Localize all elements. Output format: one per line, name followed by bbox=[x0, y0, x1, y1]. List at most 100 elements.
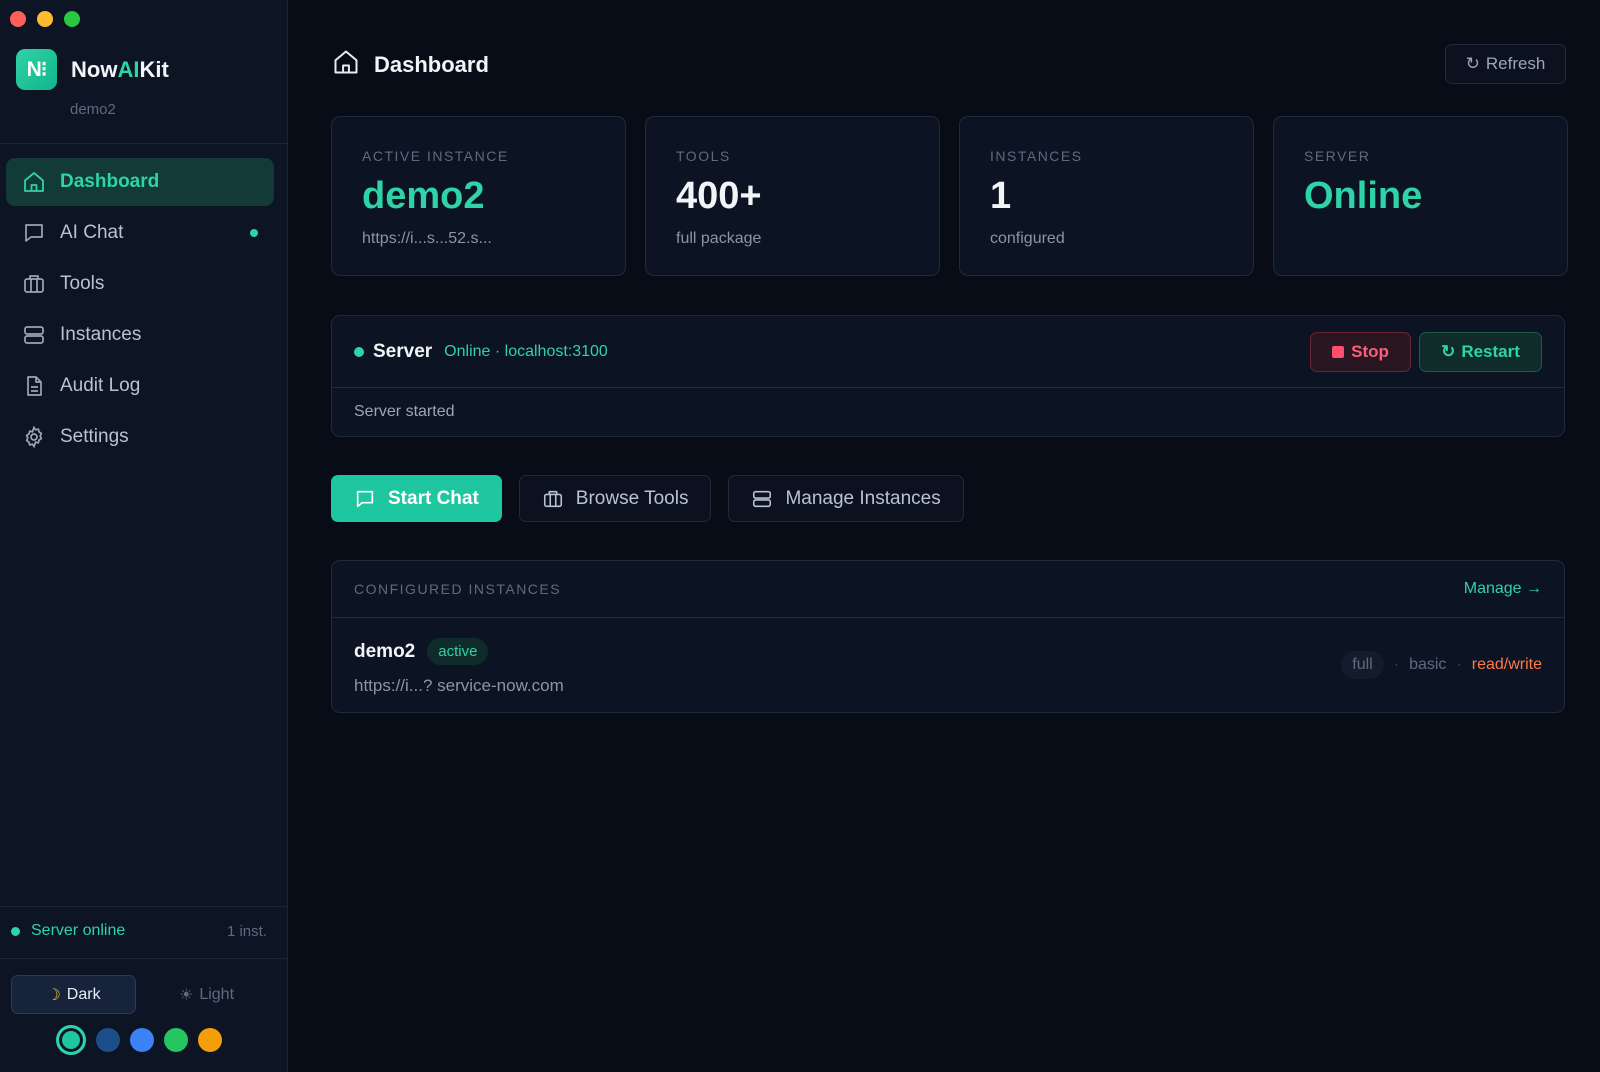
stat-value: demo2 bbox=[362, 175, 485, 217]
divider bbox=[0, 143, 287, 144]
sidebar-item-label: Settings bbox=[60, 426, 129, 447]
stat-card-active-instance: ACTIVE INSTANCE demo2 https://i...s...52… bbox=[331, 116, 626, 276]
mode-tag: read/write bbox=[1471, 656, 1542, 673]
stat-sub: full package bbox=[676, 230, 762, 247]
instance-count: 1 inst. bbox=[226, 922, 267, 940]
configured-instances-panel: CONFIGURED INSTANCES Manage → demo2 acti… bbox=[331, 560, 1565, 713]
separator: · bbox=[1456, 656, 1462, 673]
sidebar-item-label: AI Chat bbox=[60, 222, 124, 243]
sidebar-item-instances[interactable]: Instances bbox=[6, 311, 274, 359]
close-window-button[interactable] bbox=[10, 11, 26, 27]
restart-button[interactable]: ↻ Restart bbox=[1419, 331, 1542, 372]
status-dot bbox=[11, 926, 20, 936]
instance-tags: full · basic · read/write bbox=[1341, 651, 1542, 679]
sun-icon: ☀ bbox=[178, 986, 194, 1004]
home-icon bbox=[22, 170, 46, 194]
accent-swatch-blue[interactable] bbox=[130, 1028, 154, 1052]
maximize-window-button[interactable] bbox=[64, 11, 80, 27]
accent-swatch-orange[interactable] bbox=[198, 1028, 222, 1052]
chat-icon bbox=[354, 488, 376, 510]
sidebar-item-ai-chat[interactable]: AI Chat bbox=[6, 209, 274, 257]
status-text: Server online bbox=[31, 922, 126, 939]
theme-light-button[interactable]: ☀ Light bbox=[144, 975, 269, 1014]
app-name: NowAIKit bbox=[71, 56, 169, 82]
page-header: Dashboard bbox=[332, 48, 489, 81]
gear-icon bbox=[22, 425, 46, 449]
browse-tools-button[interactable]: Browse Tools bbox=[518, 475, 712, 522]
panel-header: CONFIGURED INSTANCES Manage → bbox=[332, 561, 1564, 618]
stats-row: ACTIVE INSTANCE demo2 https://i...s...52… bbox=[331, 116, 1568, 276]
stat-label: ACTIVE INSTANCE bbox=[362, 148, 509, 164]
stat-label: INSTANCES bbox=[990, 148, 1083, 164]
instance-name: demo2 bbox=[354, 640, 416, 662]
server-name: Server bbox=[373, 340, 433, 362]
accent-swatch-green[interactable] bbox=[164, 1028, 188, 1052]
stat-card-instances: INSTANCES 1 configured bbox=[959, 116, 1254, 276]
accent-color-picker bbox=[56, 1025, 222, 1055]
stat-value: Online bbox=[1304, 175, 1423, 217]
divider bbox=[0, 958, 287, 959]
theme-toggle: ☽ Dark ☀ Light bbox=[11, 975, 269, 1014]
accent-swatch-navy[interactable] bbox=[96, 1028, 120, 1052]
refresh-icon: ↻ bbox=[1465, 54, 1480, 73]
sidebar-item-settings[interactable]: Settings bbox=[6, 413, 274, 461]
instance-row[interactable]: demo2 active https://i...? service-now.c… bbox=[332, 618, 1564, 712]
app-logo: N⁝ bbox=[16, 49, 57, 90]
stat-card-tools: TOOLS 400+ full package bbox=[645, 116, 940, 276]
sidebar: N⁝ NowAIKit demo2 Dashboard AI Chat Tool… bbox=[0, 0, 288, 1072]
stat-label: SERVER bbox=[1304, 148, 1371, 164]
app-window: N⁝ NowAIKit demo2 Dashboard AI Chat Tool… bbox=[0, 0, 1600, 1072]
instance-url: https://i...? service-now.com bbox=[354, 676, 564, 695]
app-subtitle: demo2 bbox=[70, 101, 116, 118]
sidebar-item-label: Tools bbox=[60, 273, 105, 294]
sidebar-nav: Dashboard AI Chat Tools Instances Audit … bbox=[6, 158, 274, 464]
separator: · bbox=[1393, 656, 1400, 673]
stat-sub: https://i...s...52.s... bbox=[362, 230, 492, 247]
refresh-button[interactable]: ↻ Refresh bbox=[1445, 44, 1566, 84]
manage-instances-button[interactable]: Manage Instances bbox=[728, 475, 964, 522]
server-info: Online · localhost:3100 bbox=[444, 342, 608, 360]
stat-label: TOOLS bbox=[676, 148, 731, 164]
panel-title: CONFIGURED INSTANCES bbox=[354, 581, 562, 597]
divider bbox=[0, 906, 287, 907]
home-icon bbox=[332, 48, 360, 81]
auth-tag: basic bbox=[1409, 656, 1447, 673]
stat-card-server: SERVER Online bbox=[1273, 116, 1568, 276]
sidebar-item-label: Instances bbox=[60, 324, 142, 345]
briefcase-icon bbox=[22, 272, 46, 296]
stop-icon bbox=[1332, 345, 1345, 358]
server-panel-header: Server Online · localhost:3100 Stop ↻ Re… bbox=[332, 316, 1564, 388]
restart-icon: ↻ bbox=[1441, 341, 1456, 361]
unread-dot bbox=[250, 229, 258, 237]
page-title: Dashboard bbox=[374, 51, 489, 77]
status-badge: active bbox=[427, 638, 489, 665]
briefcase-icon bbox=[542, 488, 564, 510]
stat-sub: configured bbox=[990, 230, 1065, 247]
quick-actions: Start Chat Browse Tools Manage Instances bbox=[331, 475, 964, 522]
server-status: Server online 1 inst. bbox=[11, 922, 267, 940]
theme-dark-button[interactable]: ☽ Dark bbox=[11, 975, 136, 1014]
document-icon bbox=[22, 374, 46, 398]
minimize-window-button[interactable] bbox=[37, 11, 53, 27]
start-chat-button[interactable]: Start Chat bbox=[331, 475, 502, 522]
stop-button[interactable]: Stop bbox=[1310, 331, 1411, 372]
manage-link[interactable]: Manage → bbox=[1464, 580, 1542, 598]
stat-value: 1 bbox=[990, 175, 1012, 217]
window-controls bbox=[10, 11, 80, 27]
stat-value: 400+ bbox=[676, 175, 762, 217]
sidebar-item-audit-log[interactable]: Audit Log bbox=[6, 362, 274, 410]
package-tag: full bbox=[1341, 651, 1384, 679]
moon-icon: ☽ bbox=[46, 986, 61, 1004]
sidebar-item-label: Dashboard bbox=[60, 171, 160, 192]
sidebar-item-tools[interactable]: Tools bbox=[6, 260, 274, 308]
server-icon bbox=[22, 323, 46, 347]
sidebar-item-label: Audit Log bbox=[60, 375, 141, 396]
main-content: Dashboard ↻ Refresh ACTIVE INSTANCE demo… bbox=[288, 0, 1600, 1072]
server-panel: Server Online · localhost:3100 Stop ↻ Re… bbox=[331, 315, 1565, 437]
status-dot bbox=[354, 346, 364, 357]
server-icon bbox=[751, 488, 773, 510]
chat-icon bbox=[22, 221, 46, 245]
server-actions: Stop ↻ Restart bbox=[1310, 331, 1542, 372]
accent-swatch-teal[interactable] bbox=[56, 1025, 86, 1055]
sidebar-item-dashboard[interactable]: Dashboard bbox=[6, 158, 274, 206]
